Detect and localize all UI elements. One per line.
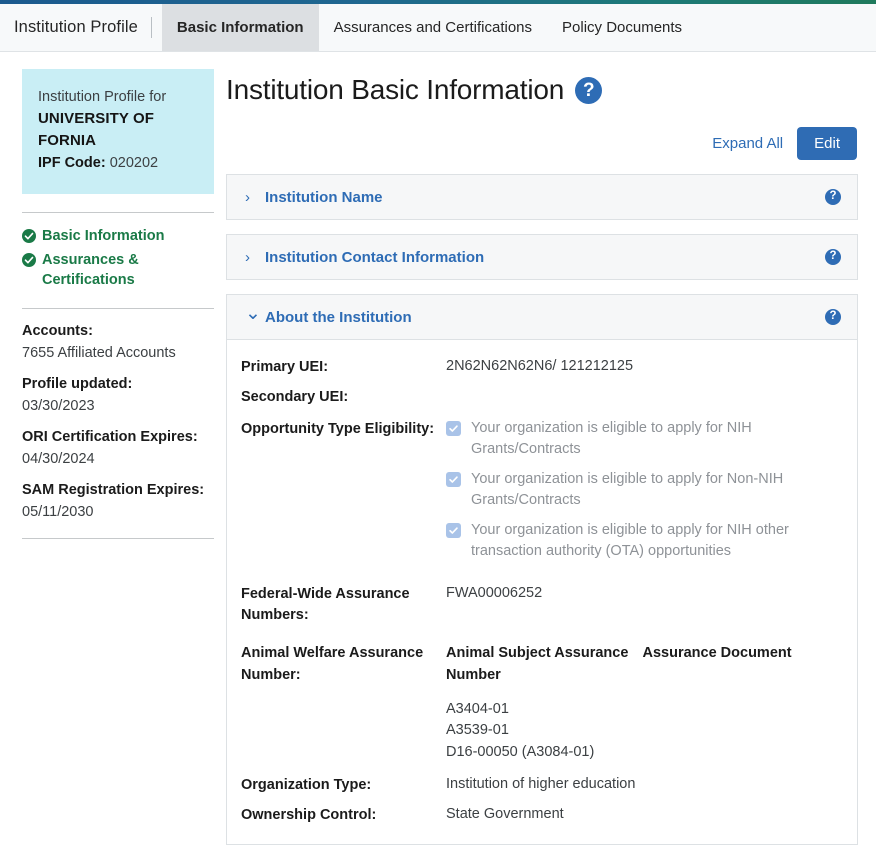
profile-updated-value: 03/30/2023 [22, 398, 218, 414]
sidebar-item-label: Basic Information [42, 227, 164, 247]
sam-registration-expires-label: SAM Registration Expires: [22, 482, 218, 498]
checkbox-checked-icon[interactable] [446, 421, 461, 436]
field-value: FWA00006252 [446, 583, 839, 605]
profile-updated-label: Profile updated: [22, 376, 218, 392]
field-label: Animal Welfare Assurance Number: [241, 643, 446, 687]
ori-certification-expires-label: ORI Certification Expires: [22, 429, 218, 445]
eligibility-option-label: Your organization is eligible to apply f… [471, 418, 839, 460]
field-label: Primary UEI: [241, 356, 446, 379]
chevron-right-icon: › [245, 189, 261, 206]
animal-welfare-assurance-header-row: Animal Welfare Assurance Number: Animal … [241, 643, 839, 687]
assurance-number-list: A3404-01 A3539-01 D16-00050 (A3084-01) [446, 699, 839, 764]
section-institution-name: › Institution Name ? [226, 174, 858, 220]
section-title: Institution Name [265, 189, 825, 206]
ipf-code-value: 020202 [110, 155, 158, 171]
institution-profile-card: Institution Profile for UNIVERSITY OF FO… [22, 69, 214, 194]
field-label: Organization Type: [241, 774, 446, 797]
sidebar-divider-top [22, 212, 214, 213]
assurance-column-header-number: Animal Subject Assurance Number [446, 643, 643, 687]
field-label: Opportunity Type Eligibility: [241, 418, 446, 441]
tab-policy-documents[interactable]: Policy Documents [547, 4, 697, 51]
assurance-number-item: A3539-01 [446, 720, 839, 742]
assurance-column-header-document: Assurance Document [643, 643, 840, 687]
sidebar: Institution Profile for UNIVERSITY OF FO… [0, 52, 218, 553]
sam-registration-expires-value: 05/11/2030 [22, 504, 218, 520]
help-icon[interactable]: ? [825, 309, 841, 325]
ori-certification-expires-value: 04/30/2024 [22, 451, 218, 467]
page-layout: Institution Profile for UNIVERSITY OF FO… [0, 52, 876, 845]
field-organization-type: Organization Type: Institution of higher… [241, 774, 839, 797]
main-content: Institution Basic Information ? Expand A… [218, 52, 876, 845]
help-icon[interactable]: ? [575, 77, 602, 104]
eligibility-option[interactable]: Your organization is eligible to apply f… [446, 520, 839, 562]
section-title: About the Institution [265, 309, 825, 326]
page-title: Institution Basic Information ? [226, 74, 858, 106]
ipf-code-label: IPF Code: [38, 155, 106, 171]
profile-card-ipf: IPF Code: 020202 [38, 153, 198, 174]
section-header-about-the-institution[interactable]: ⌄ About the Institution ? [226, 294, 858, 340]
check-circle-icon [22, 229, 36, 250]
field-ownership-control: Ownership Control: State Government [241, 804, 839, 827]
field-label: Ownership Control: [241, 804, 446, 827]
sidebar-item-assurances-certifications[interactable]: Assurances & Certifications [22, 251, 214, 290]
tab-assurances-and-certifications[interactable]: Assurances and Certifications [319, 4, 547, 51]
tab-bar: Institution Profile Basic Information As… [0, 4, 876, 52]
checkbox-checked-icon[interactable] [446, 472, 461, 487]
chevron-down-icon: ⌄ [245, 314, 261, 320]
section-title: Institution Contact Information [265, 249, 825, 266]
eligibility-option[interactable]: Your organization is eligible to apply f… [446, 418, 839, 460]
edit-button[interactable]: Edit [797, 127, 857, 160]
field-opportunity-type-eligibility: Opportunity Type Eligibility: Your organ… [241, 418, 839, 571]
page-title-text: Institution Basic Information [226, 74, 564, 106]
brand-divider [151, 17, 152, 38]
check-circle-icon [22, 253, 36, 274]
assurance-number-item: D16-00050 (A3084-01) [446, 742, 839, 764]
field-value: 2N62N62N62N6/ 121212125 [446, 356, 839, 378]
help-icon[interactable]: ? [825, 249, 841, 265]
section-header-institution-contact-information[interactable]: › Institution Contact Information ? [226, 234, 858, 280]
field-secondary-uei: Secondary UEI: [241, 386, 839, 409]
action-bar: Expand All Edit [226, 127, 858, 160]
profile-card-lead: Institution Profile for [38, 87, 198, 108]
chevron-right-icon: › [245, 249, 261, 266]
field-primary-uei: Primary UEI: 2N62N62N62N6/ 121212125 [241, 356, 839, 379]
section-header-institution-name[interactable]: › Institution Name ? [226, 174, 858, 220]
section-about-the-institution: ⌄ About the Institution ? Primary UEI: 2… [226, 294, 858, 845]
checkbox-checked-icon[interactable] [446, 523, 461, 538]
field-value: Institution of higher education [446, 774, 839, 796]
section-institution-contact-information: › Institution Contact Information ? [226, 234, 858, 280]
eligibility-option-label: Your organization is eligible to apply f… [471, 520, 839, 562]
sidebar-item-basic-information[interactable]: Basic Information [22, 227, 214, 250]
app-brand-title: Institution Profile [12, 4, 151, 51]
eligibility-option-label: Your organization is eligible to apply f… [471, 469, 839, 511]
field-federal-wide-assurance-numbers: Federal-Wide Assurance Numbers: FWA00006… [241, 583, 839, 628]
field-value: State Government [446, 804, 839, 826]
eligibility-checkbox-list: Your organization is eligible to apply f… [446, 418, 839, 571]
assurance-number-item: A3404-01 [446, 699, 839, 721]
field-label: Secondary UEI: [241, 386, 446, 409]
sidebar-item-label: Assurances & Certifications [42, 251, 214, 290]
sidebar-divider-bottom [22, 538, 214, 539]
eligibility-option[interactable]: Your organization is eligible to apply f… [446, 469, 839, 511]
animal-welfare-assurance-values: A3404-01 A3539-01 D16-00050 (A3084-01) [241, 699, 839, 764]
expand-all-link[interactable]: Expand All [712, 135, 783, 152]
sidebar-divider-mid [22, 308, 214, 309]
section-body-about-the-institution: Primary UEI: 2N62N62N62N6/ 121212125 Sec… [226, 340, 858, 845]
field-label: Federal-Wide Assurance Numbers: [241, 583, 446, 628]
help-icon[interactable]: ? [825, 189, 841, 205]
profile-card-organization: UNIVERSITY OF FORNIA [38, 108, 198, 152]
tab-basic-information[interactable]: Basic Information [162, 4, 319, 51]
accounts-value: 7655 Affiliated Accounts [22, 345, 218, 361]
accounts-label: Accounts: [22, 323, 218, 339]
